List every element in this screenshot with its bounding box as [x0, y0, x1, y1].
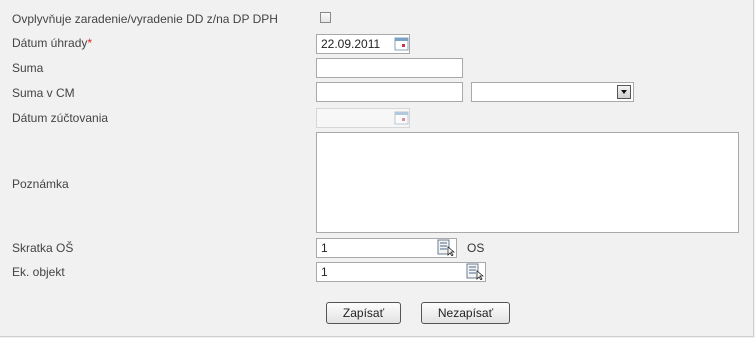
skratka-os-unit: OS	[467, 241, 485, 255]
suma-v-cm-input[interactable]	[316, 82, 463, 102]
required-mark: *	[87, 36, 93, 50]
ek-objekt-label: Ek. objekt	[12, 265, 65, 279]
chevron-down-icon[interactable]	[617, 85, 631, 99]
calendar-icon[interactable]	[394, 36, 409, 51]
poznamka-label: Poznámka	[12, 177, 69, 191]
skratka-os-input[interactable]	[316, 238, 457, 258]
cancel-button[interactable]: Nezapísať	[421, 302, 510, 324]
lookup-list-icon[interactable]	[437, 239, 455, 256]
ovplyvnuje-checkbox[interactable]	[320, 12, 331, 23]
save-button[interactable]: Zapísať	[326, 302, 401, 324]
suma-label: Suma	[12, 61, 44, 75]
suma-v-cm-label: Suma v CM	[12, 86, 75, 100]
suma-input[interactable]	[316, 58, 463, 78]
datum-zuctovania-label: Dátum zúčtovania	[12, 111, 109, 125]
skratka-os-label: Skratka OŠ	[12, 241, 74, 255]
datum-uhrady-label: Dátum úhrady*	[12, 36, 93, 50]
poznamka-textarea[interactable]	[316, 132, 739, 233]
ek-objekt-input[interactable]	[316, 262, 486, 282]
currency-select[interactable]	[471, 82, 634, 102]
lookup-list-icon[interactable]	[466, 263, 484, 280]
ovplyvnuje-label: Ovplyvňuje zaradenie/vyradenie DD z/na D…	[12, 12, 278, 26]
calendar-icon	[394, 111, 409, 125]
